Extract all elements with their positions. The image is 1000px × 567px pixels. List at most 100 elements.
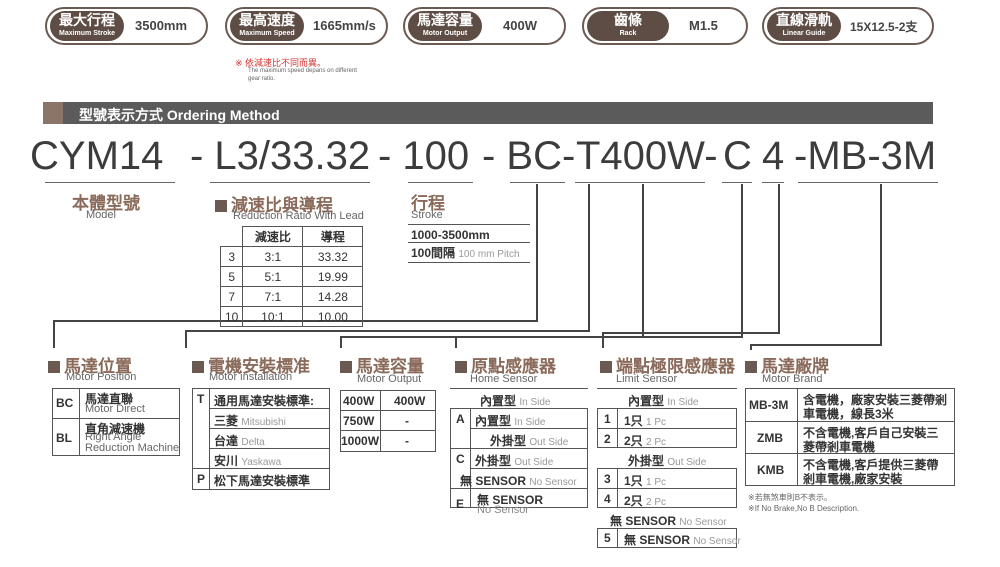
home-sensor-code: A [456, 412, 465, 426]
connector [750, 344, 882, 346]
motor-position-code: BC [56, 396, 74, 410]
stroke-pitch: 100間隔 100 mm Pitch [411, 244, 520, 261]
limit-sensor-zh: 1只 [624, 474, 643, 488]
spec-label-en: Motor Output [422, 30, 468, 37]
motor-brand-note: ※若無煞車則B不表示。 [748, 493, 833, 502]
reduction-code: 10 [219, 306, 244, 327]
motor-output-code: 1000W [341, 434, 380, 448]
spec-value: 3500mm [135, 18, 188, 33]
motor-brand-note-en: ※If No Brake,No B Description. [748, 504, 860, 513]
motor-install-zh: 通用馬達安裝標準: [214, 394, 314, 408]
limit-sensor-item: 無 SENSOR No Sensor [624, 531, 741, 548]
home-sensor-outside-label: 外掛型 Out Side [490, 432, 568, 449]
reduction-lead: 14.28 [302, 286, 364, 307]
limit-sensor-item: 2只 2 Pc [624, 432, 666, 449]
spec-label: 馬達容量 [417, 12, 473, 28]
divider [408, 262, 530, 263]
code-ratio: - L3/33.32 [190, 134, 371, 178]
home-sensor-code: E [456, 497, 465, 511]
spec-label-en: Maximum Speed [239, 30, 295, 37]
motor-brand-desc: 菱帶剎車電機 [803, 440, 876, 454]
reduction-ratio: 3:1 [242, 246, 304, 267]
home-sensor-inside-label: 內置型 In Side [480, 392, 551, 409]
reduction-ratio: 10:1 [242, 306, 304, 327]
motor-brand-desc: 車電機，線長3米 [803, 407, 894, 421]
connector [741, 184, 743, 338]
motor-position-en: Reduction Machine [85, 442, 180, 454]
divider [470, 408, 471, 508]
motor-install-item: 三菱 Mitsubishi [214, 412, 286, 429]
divider [380, 390, 381, 452]
limit-sensor-zh: 外掛型 [628, 454, 665, 468]
connector [642, 184, 644, 338]
motor-position-code: BL [56, 431, 72, 445]
divider [209, 388, 210, 490]
connector [340, 336, 342, 348]
connector [750, 344, 752, 350]
limit-sensor-zh: 1只 [624, 414, 643, 428]
motor-install-en: Delta [241, 437, 265, 448]
code-limit-sensor: 4 [762, 134, 785, 178]
limit-sensor-code: 4 [604, 492, 611, 506]
home-sensor-en: No Sensor [529, 477, 577, 488]
home-sensor-zh: 外掛型 [490, 434, 527, 448]
divider [340, 430, 436, 431]
motor-brand-desc: 剎車電機,廠家安裝 [803, 472, 903, 486]
limit-sensor-en: 1 Pc [646, 477, 667, 488]
limit-sensor-code: 5 [604, 531, 611, 545]
limit-sensor-en: In Side [667, 397, 699, 408]
limit-sensor-zh: 無 SENSOR [610, 514, 677, 528]
spec-motor-output: 馬達容量 Motor Output 400W [403, 7, 566, 45]
home-sensor-en: In Side [519, 397, 551, 408]
spec-value: 400W [503, 18, 537, 33]
spec-tag: 馬達容量 Motor Output [408, 11, 482, 41]
divider [450, 388, 588, 389]
home-sensor-heading-en: Home Sensor [470, 373, 538, 385]
home-sensor-zh: 無 SENSOR [460, 474, 527, 488]
reduction-lead: 10.00 [302, 306, 364, 327]
underline [510, 182, 565, 183]
motor-position-heading-en: Motor Position [66, 371, 137, 383]
section-header: 型號表示方式 Ordering Method [43, 102, 933, 124]
limit-sensor-code: 2 [604, 432, 611, 446]
motor-install-zh: 安川 [214, 454, 239, 468]
code-brand: -MB-3M [794, 134, 937, 178]
motor-install-code: T [197, 392, 205, 406]
reduction-code: 3 [219, 246, 244, 267]
reduction-ratio: 7:1 [242, 286, 304, 307]
stroke-range: 1000-3500mm [411, 228, 490, 242]
spec-label-en: Rack [619, 30, 637, 37]
spec-label: 齒條 [614, 12, 642, 28]
model-heading-en: Model [86, 209, 116, 221]
motor-install-heading-en: Motor installation [209, 371, 293, 383]
motor-output-heading-en: Motor Output [357, 373, 422, 385]
limit-sensor-inside-label: 內置型 In Side [628, 392, 699, 409]
connector [185, 330, 590, 332]
motor-brand-code: KMB [757, 463, 785, 477]
motor-install-code: P [197, 472, 206, 486]
stroke-pitch-en: 100 mm Pitch [458, 249, 520, 260]
reduction-heading-en: Reduction Ratio With Lead [233, 210, 364, 222]
code-stroke: - 100 [378, 134, 470, 178]
limit-sensor-en: No Sensor [693, 536, 741, 547]
spec-label: 直線滑軌 [776, 12, 832, 28]
table-row: 7 7:1 14.28 [219, 286, 364, 307]
home-sensor-item: 內置型 In Side [475, 412, 546, 429]
limit-sensor-item: 1只 1 Pc [624, 472, 666, 489]
connector [455, 336, 743, 338]
table-row: 3 3:1 33.32 [219, 246, 364, 267]
divider [52, 418, 180, 419]
spec-tag: 直線滑軌 Linear Guide [767, 11, 841, 41]
spec-value: M1.5 [689, 18, 718, 33]
motor-install-item: 台達 Delta [214, 432, 265, 449]
motor-output-code: 400W [343, 394, 375, 408]
stroke-pitch-zh: 100間隔 [411, 246, 456, 260]
motor-output-value: - [405, 434, 409, 448]
limit-sensor-zh: 內置型 [628, 394, 665, 408]
spec-value: 15X12.5-2支 [850, 20, 918, 34]
home-sensor-en: Out Side [529, 437, 569, 448]
limit-sensor-en: Out Side [667, 457, 707, 468]
underline [762, 182, 784, 183]
code-install: T400W- [576, 134, 718, 178]
limit-sensor-en: 1 Pc [646, 417, 667, 428]
